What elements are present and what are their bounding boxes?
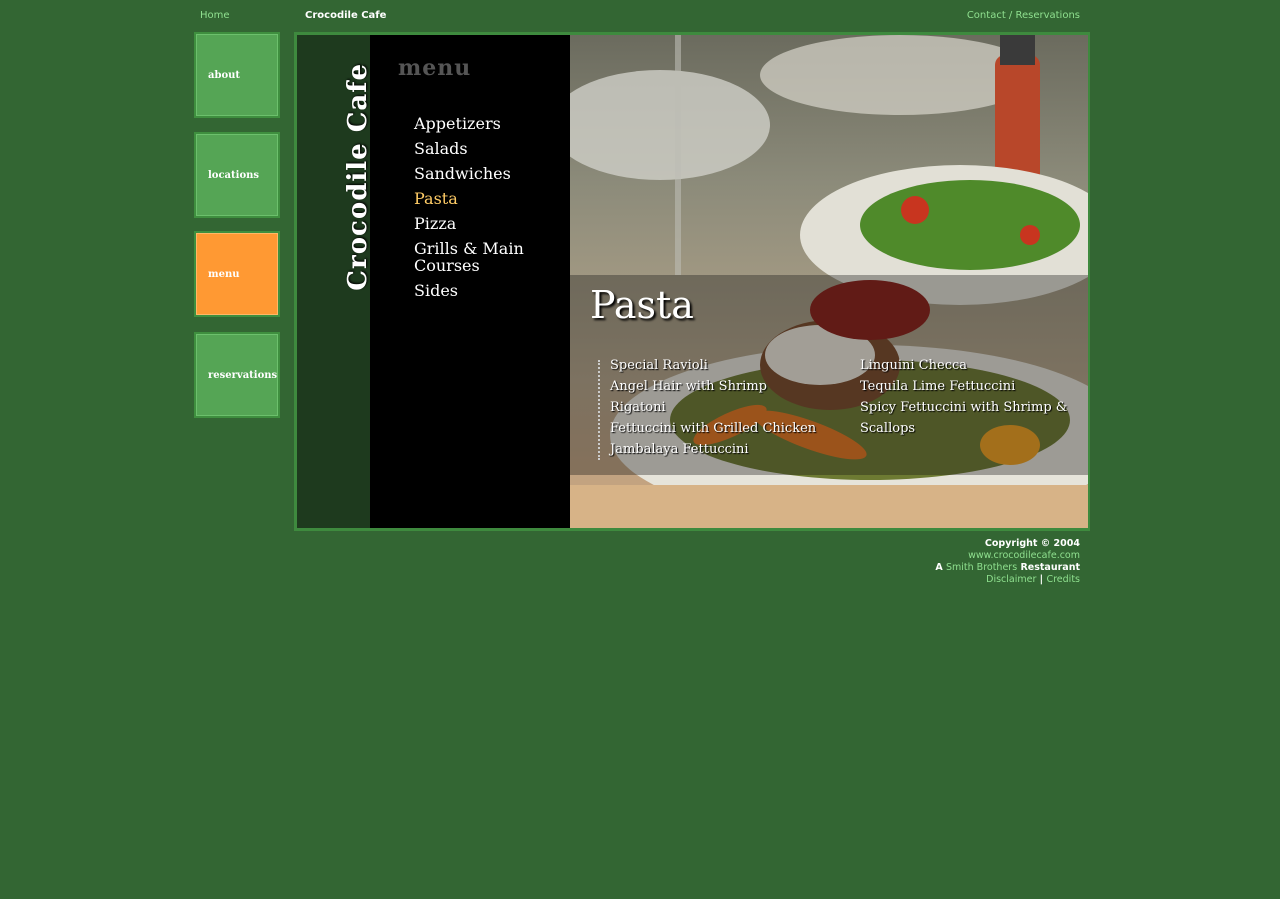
home-link[interactable]: Home (200, 10, 230, 21)
menu-item-salads[interactable]: Salads (414, 140, 544, 157)
nav-about-button[interactable]: about (194, 32, 280, 118)
menu-item-sandwiches[interactable]: Sandwiches (414, 165, 544, 182)
dish-list-left: Special Ravioli Angel Hair with Shrimp R… (610, 355, 816, 460)
dish-item: Fettuccini with Grilled Chicken (610, 421, 817, 436)
dish-item: Jambalaya Fettuccini (610, 442, 749, 457)
credits-link[interactable]: Credits (1046, 574, 1080, 585)
menu-heading: menu (398, 55, 472, 81)
menu-item-pizza[interactable]: Pizza (414, 215, 544, 232)
nav-reservations-button[interactable]: reservations (194, 332, 280, 418)
disclaimer-link[interactable]: Disclaimer (986, 574, 1036, 585)
dish-item: Angel Hair with Shrimp (610, 379, 767, 394)
menu-item-grills-main-courses[interactable]: Grills & Main Courses (414, 240, 544, 274)
restaurant-suffix: Restaurant (1020, 562, 1080, 573)
copyright-text: Copyright © 2004 (984, 538, 1080, 549)
dish-list-right: Linguini Checca Tequila Lime Fettuccini … (860, 355, 1070, 439)
brand-title: Crocodile Cafe (343, 63, 373, 291)
nav-locations-button[interactable]: locations (194, 132, 280, 218)
restaurant-prefix: A (935, 562, 943, 573)
footer: Copyright © 2004 www.crocodilecafe.com A… (935, 538, 1080, 586)
dish-item: Tequila Lime Fettuccini (860, 379, 1016, 394)
menu-sidebar: menu Appetizers Salads Sandwiches Pasta … (370, 35, 570, 528)
pasta-info-panel: Pasta Special Ravioli Angel Hair with Sh… (570, 275, 1088, 475)
dish-item: Rigatoni (610, 400, 666, 415)
site-name: Crocodile Cafe (305, 10, 387, 21)
menu-item-sides[interactable]: Sides (414, 282, 544, 299)
menu-category-list: Appetizers Salads Sandwiches Pasta Pizza… (414, 115, 544, 307)
smith-brothers-link[interactable]: Smith Brothers (946, 562, 1017, 573)
contact-reservations-link[interactable]: Contact / Reservations (967, 10, 1080, 21)
pasta-dish-photo: Pasta Special Ravioli Angel Hair with Sh… (570, 35, 1088, 528)
menu-item-appetizers[interactable]: Appetizers (414, 115, 544, 132)
dish-item: Spicy Fettuccini with Shrimp & Scallops (860, 400, 1068, 436)
dish-item: Special Ravioli (610, 358, 708, 373)
brand-column: Crocodile Cafe (297, 35, 373, 528)
dotted-divider (598, 360, 600, 460)
nav-menu-button[interactable]: menu (194, 231, 280, 317)
section-title: Pasta (590, 283, 694, 327)
content-frame: Crocodile Cafe menu Appetizers Salads Sa… (294, 32, 1090, 531)
dish-item: Linguini Checca (860, 358, 968, 373)
footer-separator: | (1039, 574, 1044, 585)
menu-item-pasta[interactable]: Pasta (414, 190, 544, 207)
website-link[interactable]: www.crocodilecafe.com (968, 550, 1080, 561)
